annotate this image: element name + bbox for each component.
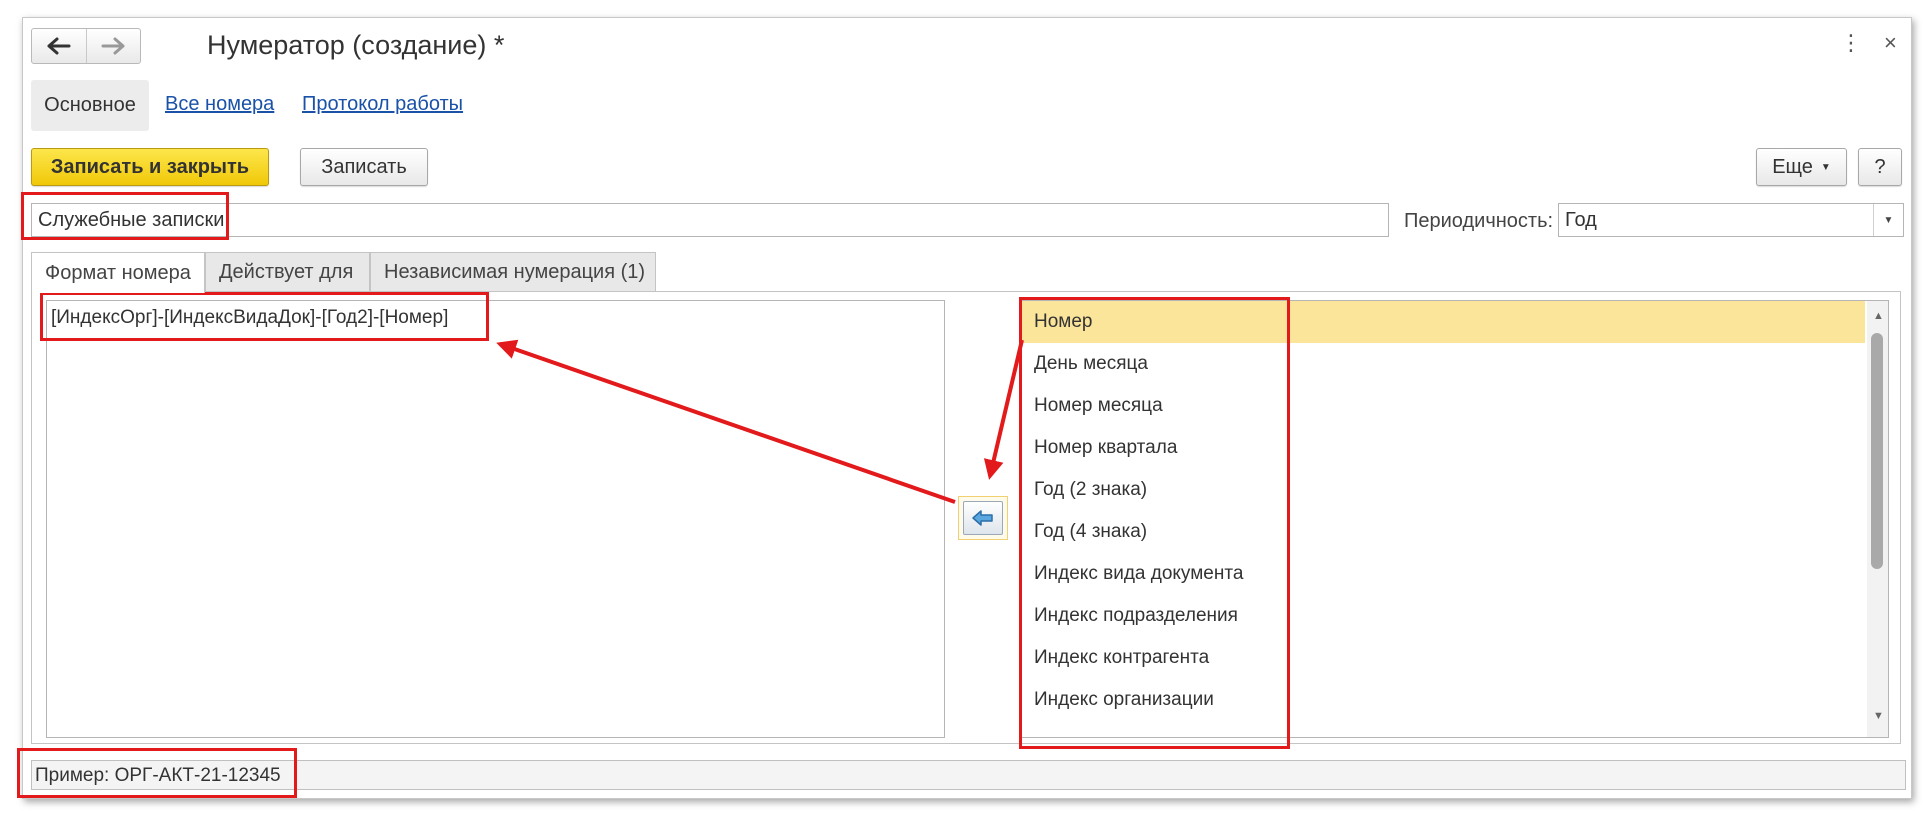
forward-button[interactable]	[85, 29, 141, 63]
list-item[interactable]: Номер месяца	[1020, 385, 1865, 427]
list-item[interactable]: Год (4 знака)	[1020, 511, 1865, 553]
list-item[interactable]: Индекс контрагента	[1020, 637, 1865, 679]
tab-independent-numbering[interactable]: Независимая нумерация (1)	[370, 252, 656, 292]
help-button[interactable]: ?	[1858, 148, 1902, 186]
list-item[interactable]: Индекс подразделения	[1020, 595, 1865, 637]
insert-left-arrow-icon	[972, 510, 993, 526]
insert-field-button[interactable]	[958, 496, 1008, 540]
arrow-left-icon	[47, 37, 71, 55]
save-button[interactable]: Записать	[300, 148, 428, 186]
window-title: Нумератор (создание) *	[207, 30, 505, 60]
list-item[interactable]: День месяца	[1020, 343, 1865, 385]
name-field[interactable]: Служебные записки	[31, 203, 1389, 237]
periodicity-select[interactable]: Год ▼	[1558, 203, 1904, 237]
list-item[interactable]: Номер квартала	[1020, 427, 1865, 469]
list-item[interactable]: Номер	[1020, 301, 1865, 343]
periodicity-value: Год	[1565, 209, 1597, 231]
tab-all-numbers[interactable]: Все номера	[165, 93, 274, 116]
tab-work-log[interactable]: Протокол работы	[302, 93, 463, 116]
list-item[interactable]: Индекс вида документа	[1020, 553, 1865, 595]
list-item[interactable]: Год (2 знака)	[1020, 469, 1865, 511]
back-button[interactable]	[32, 29, 86, 63]
number-format-textarea[interactable]: [ИндексОрг]-[ИндексВидаДок]-[Год2]-[Номе…	[46, 300, 945, 738]
more-vertical-icon[interactable]: ⋮	[1840, 30, 1862, 56]
chevron-down-icon: ▼	[1820, 161, 1831, 173]
tab-main[interactable]: Основное	[31, 80, 149, 131]
tab-number-format[interactable]: Формат номера	[31, 252, 205, 293]
list-item[interactable]: Индекс организации	[1020, 679, 1865, 721]
save-and-close-button[interactable]: Записать и закрыть	[31, 148, 269, 186]
example-bar: Пример: ОРГ-АКТ-21-12345	[31, 760, 1906, 790]
list-scroll-thumb[interactable]	[1871, 333, 1883, 569]
close-icon[interactable]: ×	[1884, 30, 1897, 56]
more-button[interactable]: Еще ▼	[1756, 148, 1847, 186]
more-button-label: Еще	[1772, 155, 1813, 178]
scroll-up-icon[interactable]: ▲	[1873, 310, 1884, 322]
periodicity-label: Периодичность:	[1404, 210, 1554, 232]
arrow-right-icon	[101, 37, 125, 55]
history-nav	[31, 28, 141, 64]
insert-field-button-face	[963, 501, 1003, 535]
chevron-down-icon[interactable]: ▼	[1873, 204, 1903, 236]
scroll-down-icon[interactable]: ▼	[1873, 710, 1884, 722]
number-format-value: [ИндексОрг]-[ИндексВидаДок]-[Год2]-[Номе…	[51, 307, 449, 328]
tab-applies-to[interactable]: Действует для	[205, 252, 370, 292]
